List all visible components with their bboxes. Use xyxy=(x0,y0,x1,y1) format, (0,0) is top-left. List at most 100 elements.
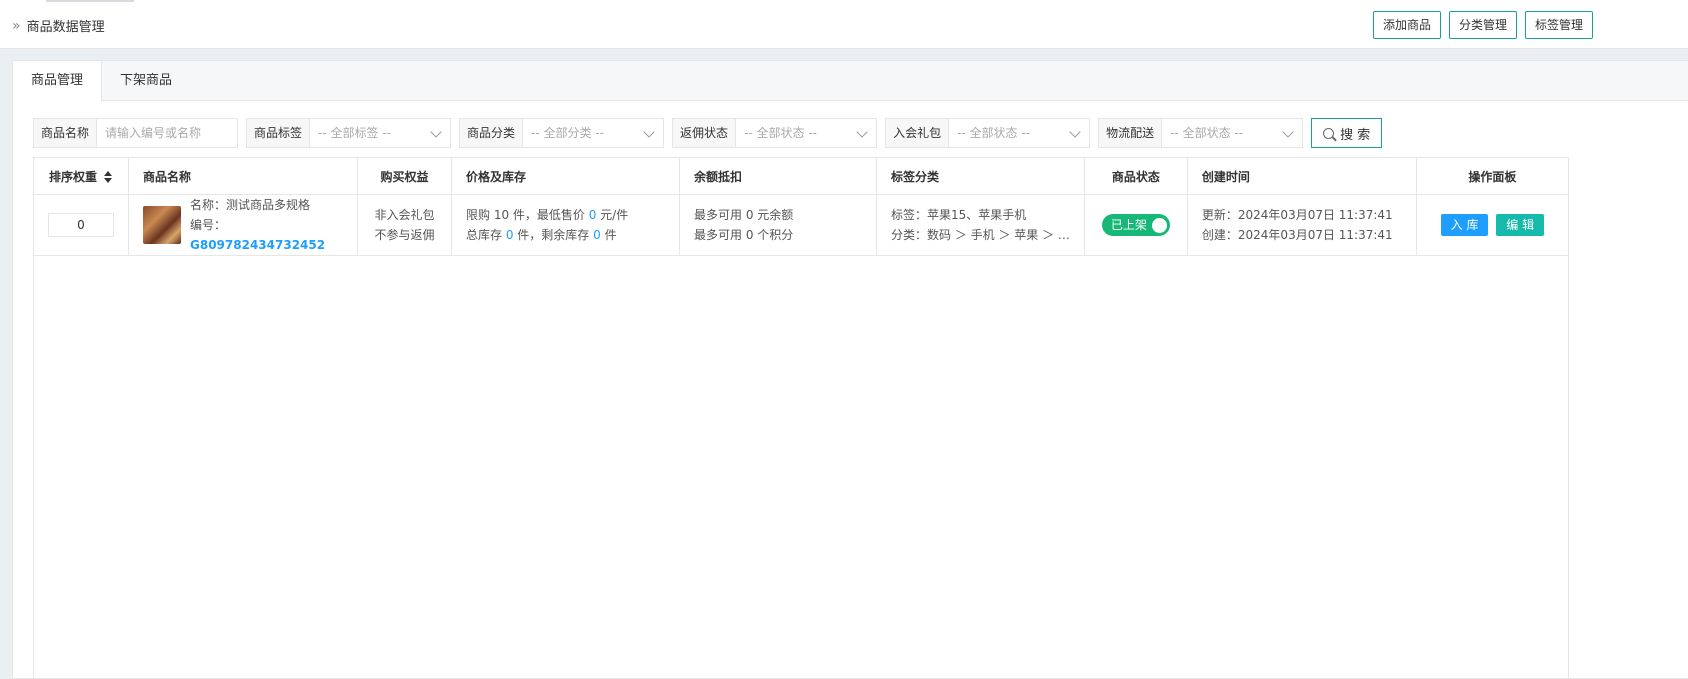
cell-ops: 入 库 编 辑 xyxy=(1415,194,1569,256)
stock-total-text: 总库存 xyxy=(466,228,506,242)
gift-select[interactable]: -- 全部状态 -- xyxy=(949,119,1090,147)
status-toggle[interactable]: 已上架 xyxy=(1101,214,1170,236)
stock-unit-text: 件 xyxy=(600,228,617,242)
header-price: 价格及库存 xyxy=(451,157,680,195)
filter-logistics-label: 物流配送 xyxy=(1099,119,1163,147)
product-code-link[interactable]: G809782434732452 xyxy=(190,238,325,252)
tag-select[interactable]: -- 全部标签 -- xyxy=(310,119,451,147)
main-panel: 商品管理 下架商品 商品名称 商品标签 -- 全部标签 -- 商品分类 -- 全… xyxy=(12,60,1688,679)
header-status: 商品状态 xyxy=(1083,157,1188,195)
filter-bar: 商品名称 商品标签 -- 全部标签 -- 商品分类 -- 全部分类 -- 返佣状… xyxy=(33,118,1383,148)
edit-button[interactable]: 编 辑 xyxy=(1496,214,1545,236)
toggle-knob xyxy=(1151,217,1167,233)
gift-select-value: -- 全部状态 -- xyxy=(957,126,1031,140)
rights-rebate: 不参与返佣 xyxy=(374,228,435,242)
search-icon xyxy=(1323,127,1335,139)
chevron-down-icon xyxy=(1069,126,1081,138)
product-name: 测试商品多规格 xyxy=(226,198,311,212)
header-rights: 购买权益 xyxy=(357,157,452,195)
add-product-button[interactable]: 添加商品 xyxy=(1373,11,1442,39)
top-actions: 添加商品 分类管理 标签管理 xyxy=(1373,11,1594,39)
filter-category: 商品分类 -- 全部分类 -- xyxy=(459,118,665,148)
product-thumbnail[interactable] xyxy=(143,206,181,244)
filter-tag: 商品标签 -- 全部标签 -- xyxy=(246,118,452,148)
tags-text: 标签：苹果15、苹果手机 xyxy=(891,208,1027,222)
search-button-label: 搜 索 xyxy=(1340,127,1371,143)
header-ops: 操作面板 xyxy=(1415,157,1569,195)
filter-gift: 入会礼包 -- 全部状态 -- xyxy=(885,118,1091,148)
updated-time: 更新：2024年03月07日 11:37:41 xyxy=(1201,208,1393,222)
product-name-line: 名称：测试商品多规格 xyxy=(190,195,343,215)
cell-created: 更新：2024年03月07日 11:37:41 创建：2024年03月07日 1… xyxy=(1186,194,1417,256)
table-empty-area xyxy=(33,251,1569,679)
header-name: 商品名称 xyxy=(128,157,358,195)
created-time: 创建：2024年03月07日 11:37:41 xyxy=(1201,228,1393,242)
product-info: 名称：测试商品多规格 编号： G809782434732452 xyxy=(143,195,343,255)
tab-bar: 商品管理 下架商品 xyxy=(13,61,1688,102)
category-select-value: -- 全部分类 -- xyxy=(531,126,604,140)
cell-status: 已上架 xyxy=(1083,194,1188,256)
chevron-down-icon xyxy=(643,126,655,138)
filter-gift-label: 入会礼包 xyxy=(886,119,950,147)
rebate-select[interactable]: -- 全部状态 -- xyxy=(736,119,877,147)
breadcrumb: » 商品数据管理 xyxy=(12,16,105,36)
category-select[interactable]: -- 全部分类 -- xyxy=(523,119,664,147)
price-limit-text: 限购 10 件，最低售价 xyxy=(466,208,589,222)
product-code-line: 编号： G809782434732452 xyxy=(190,215,343,255)
table-header-row: 排序权重 商品名称 购买权益 价格及库存 余额抵扣 标签分类 商品状态 创建时间… xyxy=(33,157,1569,195)
status-label: 已上架 xyxy=(1110,218,1147,232)
stock-remain-text: 件，剩余库存 xyxy=(513,228,594,242)
filter-logistics: 物流配送 -- 全部状态 -- xyxy=(1098,118,1304,148)
product-text: 名称：测试商品多规格 编号： G809782434732452 xyxy=(190,195,343,255)
filter-name: 商品名称 xyxy=(33,118,239,148)
logistics-select-value: -- 全部状态 -- xyxy=(1170,126,1244,140)
filter-name-label: 商品名称 xyxy=(34,119,98,147)
stock-line: 总库存 0 件，剩余库存 0 件 xyxy=(466,225,665,245)
filter-rebate-label: 返佣状态 xyxy=(673,119,737,147)
rebate-select-value: -- 全部状态 -- xyxy=(744,126,818,140)
header-balance: 余额抵扣 xyxy=(679,157,877,195)
double-chevron-right-icon: » xyxy=(12,17,21,34)
chevron-down-icon xyxy=(1282,126,1294,138)
stock-in-button[interactable]: 入 库 xyxy=(1440,214,1489,236)
header-created: 创建时间 xyxy=(1186,157,1417,195)
tag-select-value: -- 全部标签 -- xyxy=(318,126,391,140)
filter-rebate: 返佣状态 -- 全部状态 -- xyxy=(672,118,878,148)
product-name-label: 名称： xyxy=(190,198,227,212)
filter-tag-label: 商品标签 xyxy=(247,119,311,147)
weight-input[interactable] xyxy=(48,213,114,237)
header-weight[interactable]: 排序权重 xyxy=(33,157,129,195)
cell-weight xyxy=(33,194,129,256)
balance-amount: 最多可用 0 元余额 xyxy=(694,208,794,222)
cell-balance: 最多可用 0 元余额 最多可用 0 个积分 xyxy=(679,194,877,256)
cell-tags: 标签：苹果15、苹果手机 分类：数码 ＞ 手机 ＞ 苹果 ＞ … xyxy=(876,194,1085,256)
cell-rights: 非入会礼包 不参与返佣 xyxy=(357,194,452,256)
chevron-down-icon xyxy=(430,126,442,138)
search-button[interactable]: 搜 索 xyxy=(1311,118,1383,148)
filter-category-label: 商品分类 xyxy=(460,119,524,147)
product-search-input[interactable] xyxy=(97,119,238,147)
chevron-down-icon xyxy=(856,126,868,138)
price-unit-text: 元/件 xyxy=(596,208,629,222)
category-path: 分类：数码 ＞ 手机 ＞ 苹果 ＞ … xyxy=(891,228,1070,242)
stock-remain-value: 0 xyxy=(593,228,601,242)
top-header-bar: » 商品数据管理 添加商品 分类管理 标签管理 xyxy=(0,0,1688,49)
logistics-select[interactable]: -- 全部状态 -- xyxy=(1162,119,1303,147)
category-manage-button[interactable]: 分类管理 xyxy=(1449,11,1518,39)
price-line: 限购 10 件，最低售价 0 元/件 xyxy=(466,205,665,225)
page-title: 商品数据管理 xyxy=(26,20,105,35)
tag-manage-button[interactable]: 标签管理 xyxy=(1525,11,1594,39)
product-code-label: 编号： xyxy=(190,218,227,232)
cell-name: 名称：测试商品多规格 编号： G809782434732452 xyxy=(128,194,358,256)
product-table: 排序权重 商品名称 购买权益 价格及库存 余额抵扣 标签分类 商品状态 创建时间… xyxy=(33,157,1569,256)
header-tags: 标签分类 xyxy=(876,157,1085,195)
sort-icon[interactable] xyxy=(103,171,113,183)
tab-product-manage[interactable]: 商品管理 xyxy=(13,61,103,102)
tab-offline-products[interactable]: 下架商品 xyxy=(102,61,190,100)
table-row: 名称：测试商品多规格 编号： G809782434732452 非入会礼包 不参与… xyxy=(33,194,1569,256)
header-weight-label: 排序权重 xyxy=(48,169,97,184)
rights-gift: 非入会礼包 xyxy=(374,208,435,222)
cell-price: 限购 10 件，最低售价 0 元/件 总库存 0 件，剩余库存 0 件 xyxy=(451,194,680,256)
balance-points: 最多可用 0 个积分 xyxy=(694,228,794,242)
top-tab-indicator xyxy=(46,0,134,2)
